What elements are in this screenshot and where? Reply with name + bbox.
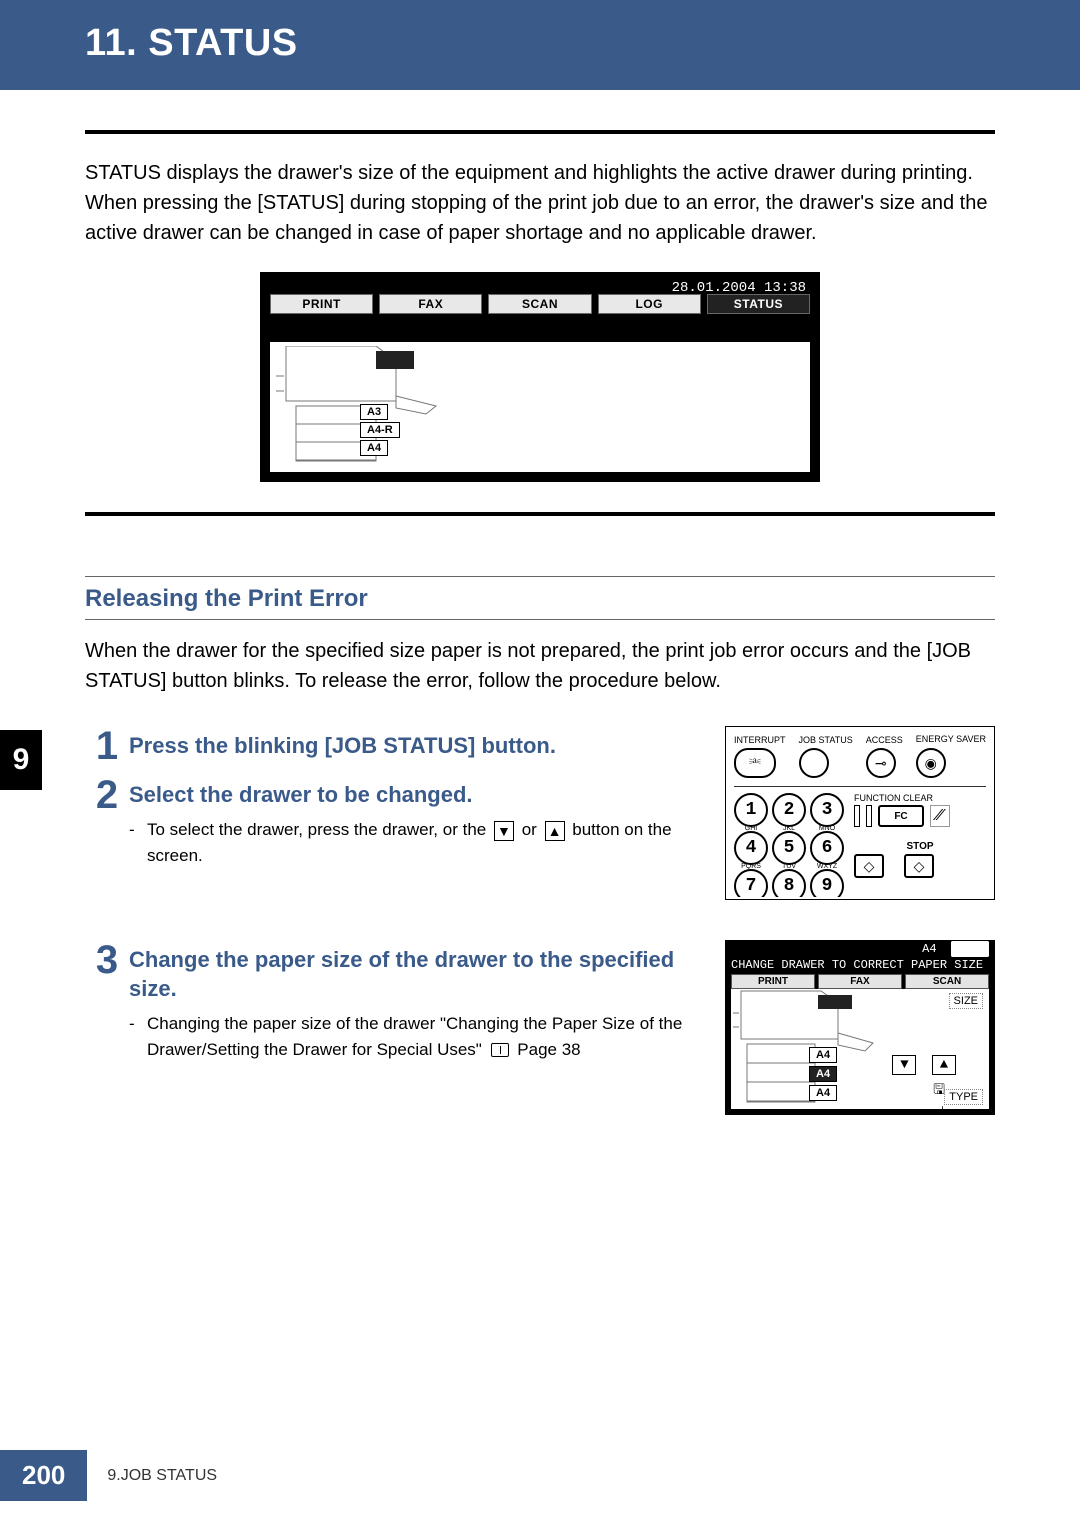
energy-saver-button-col: ENERGY SAVER ◉ [916,735,986,778]
step-3-block: 3 Change the paper size of the drawer to… [85,940,995,1115]
scr2-copier-illustration [733,989,883,1107]
key-1[interactable]: 1 [734,793,768,827]
step-2-number: 2 [85,775,129,815]
down-arrow-icon: ▼ [494,821,514,841]
function-clear-button[interactable]: FC [878,805,924,827]
step-3-sub-text: Changing the paper size of the drawer "C… [147,1014,682,1059]
key-4[interactable]: 4GHI [734,831,768,865]
scr2-up-arrow[interactable]: ▲ [932,1055,956,1075]
rule-light-2 [85,619,995,620]
scr2-drawer-3[interactable]: A4 [809,1085,837,1101]
step-1-title: Press the blinking [JOB STATUS] button. [129,732,705,761]
step-3-page-ref: Page 38 [517,1040,580,1059]
energy-saver-button[interactable]: ◉ [916,748,946,778]
rule-thick [85,130,995,134]
stop-button-2[interactable]: ◇ [904,854,934,878]
drawer-label-1[interactable]: A3 [360,404,388,420]
key-3[interactable]: 3DEF [810,793,844,827]
drawer-label-3[interactable]: A4 [360,440,388,456]
section-title: Releasing the Print Error [85,577,995,619]
energy-saver-label: ENERGY SAVER [916,735,986,745]
type-button[interactable]: TYPE [944,1089,983,1105]
section-desc: When the drawer for the specified size p… [85,636,995,696]
key-9[interactable]: 9WXYZ [810,869,844,897]
lcd-screenshot-2: A4 CHANGE DRAWER TO CORRECT PAPER SIZE P… [725,940,995,1115]
up-arrow-icon: ▲ [545,821,565,841]
scr2-tab-print[interactable]: PRINT [731,974,815,989]
stop-label: STOP [854,841,986,852]
drawer-label-2[interactable]: A4-R [360,422,400,438]
page-number: 200 [0,1450,87,1501]
step-2-sub-b: or [522,820,542,839]
panel-divider [734,786,986,787]
page-title: 11. STATUS [85,22,298,65]
step-2-title: Select the drawer to be changed. [129,781,705,810]
scr2-tab-fax[interactable]: FAX [818,974,902,989]
scr2-down-arrow[interactable]: ▼ [892,1055,916,1075]
step-2: 2 Select the drawer to be changed. To se… [85,775,715,869]
function-clear-label: FUNCTION CLEAR [854,793,986,803]
scr2-drawer-1[interactable]: A4 [809,1047,837,1063]
page-content: STATUS displays the drawer's size of the… [0,90,1080,1115]
scr2-tab-scan[interactable]: SCAN [905,974,989,989]
footer-label: 9.JOB STATUS [107,1467,217,1485]
tab-scan[interactable]: SCAN [488,294,591,314]
tab-status[interactable]: STATUS [707,294,810,314]
access-button[interactable]: ⊸ [866,748,896,778]
screenshot-1-wrap: 28.01.2004 13:38 PRINT FAX SCAN LOG STAT… [85,272,995,482]
numeric-keypad: 1 2ABC 3DEF 4GHI 5JKL 6MNO 7PQRS 8TUV 9W… [734,793,844,897]
lcd-body: A3 A4-R A4 [270,342,810,472]
book-icon [491,1043,509,1057]
page-footer: 200 9.JOB STATUS [0,1450,217,1501]
job-status-label: JOB STATUS [799,735,853,745]
step-3-title: Change the paper size of the drawer to t… [129,946,705,1003]
page-header: 11. STATUS [0,0,1080,90]
key-5[interactable]: 5JKL [772,831,806,865]
tab-fax[interactable]: FAX [379,294,482,314]
interrupt-label: INTERRUPT [734,735,786,745]
scr2-message: CHANGE DRAWER TO CORRECT PAPER SIZE [725,958,995,974]
scr2-drawer-2[interactable]: A4 [809,1066,837,1082]
steps-1-2-block: 1 Press the blinking [JOB STATUS] button… [85,726,995,900]
control-panel: INTERRUPT ⎃ JOB STATUS ACCESS ⊸ ENERGY S… [725,726,995,900]
key-6[interactable]: 6MNO [810,831,844,865]
key-8[interactable]: 8TUV [772,869,806,897]
key-7[interactable]: 7PQRS [734,869,768,897]
step-3-sub: Changing the paper size of the drawer "C… [129,1011,705,1062]
size-button[interactable]: SIZE [949,993,983,1009]
step-3: 3 Change the paper size of the drawer to… [85,940,715,1062]
tab-print[interactable]: PRINT [270,294,373,314]
interrupt-button[interactable]: ⎃ [734,748,776,778]
lcd-screenshot-1: 28.01.2004 13:38 PRINT FAX SCAN LOG STAT… [260,272,820,482]
chapter-tab: 9 [0,730,42,790]
scr2-paper-indicator: A4 [725,940,995,958]
intro-paragraph: STATUS displays the drawer's size of the… [85,158,995,248]
job-status-button-col: JOB STATUS [799,735,853,778]
screenshot-2-wrap: A4 CHANGE DRAWER TO CORRECT PAPER SIZE P… [715,940,995,1115]
step-2-sub-a: To select the drawer, press the drawer, … [147,820,491,839]
step-2-sub: To select the drawer, press the drawer, … [129,817,705,868]
access-label: ACCESS [866,735,903,745]
clear-button[interactable]: ⁄⁄ [930,805,950,827]
job-status-button[interactable] [799,748,829,778]
stop-button-1[interactable]: ◇ [854,854,884,878]
step-1: 1 Press the blinking [JOB STATUS] button… [85,726,715,769]
step-3-number: 3 [85,940,129,980]
access-button-col: ACCESS ⊸ [866,735,903,778]
key-2[interactable]: 2ABC [772,793,806,827]
step-1-number: 1 [85,726,129,766]
interrupt-button-col: INTERRUPT ⎃ [734,735,786,778]
lcd-tabs: PRINT FAX SCAN LOG STATUS [260,294,820,314]
control-panel-figure: INTERRUPT ⎃ JOB STATUS ACCESS ⊸ ENERGY S… [715,726,995,900]
scr2-body: A4 A4 A4 SIZE ▼ ▲ 🖫 ⌟ TYPE [731,989,989,1109]
tab-log[interactable]: LOG [598,294,701,314]
